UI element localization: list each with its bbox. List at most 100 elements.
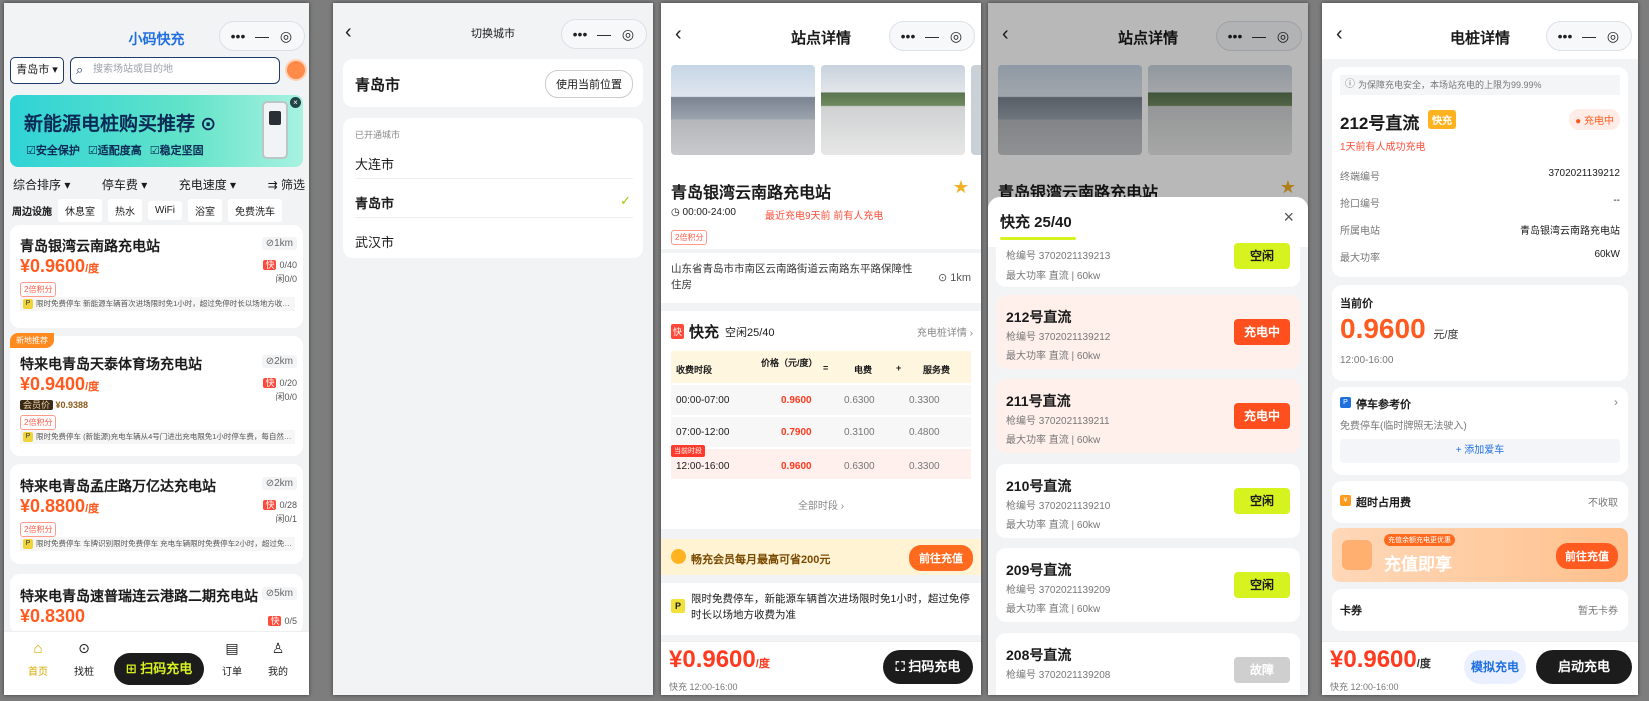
minimize-icon[interactable]: — [920,22,944,50]
capsule-menu[interactable]: ••• — ◎ [561,19,647,49]
station-card[interactable]: 特来电青岛速普瑞连云港路二期充电站 ⊘5km ¥0.8300 快 0/5 [10,574,303,634]
station-price: ¥0.9600/度 [20,256,100,276]
bottom-sub: 快充 12:00-16:00 [1330,682,1399,692]
home-icon: ⌂ [33,640,43,657]
kv-row: 最大功率 60kW [1340,249,1620,264]
facility-chip[interactable]: 休息室 [58,199,102,222]
coupon-card[interactable]: 卡券 暂无卡券 [1332,589,1628,631]
pile-card[interactable]: 212号直流 枪编号 3702021139212 最大功率 直流 | 60kw … [996,295,1300,369]
simulate-charge-button[interactable]: 模拟充电 [1464,650,1526,684]
filter-button[interactable]: ⇉ 筛选 [268,176,305,193]
fast-free-count: 空闲25/40 [725,327,775,339]
overtime-label: 超时占用费 [1356,497,1411,509]
recharge-button[interactable]: 前往充值 [909,545,973,571]
recommend-badge: 新地推荐 [10,333,54,348]
bottom-price: ¥0.9600/度 [1330,646,1431,673]
minimize-icon[interactable]: — [592,20,616,48]
facility-chip[interactable]: 免费洗车 [228,199,282,222]
capsule-menu[interactable]: ••• — ◎ [219,21,305,51]
tab-find-pile[interactable]: ⊙ 找桩 [68,640,100,678]
all-periods-link[interactable]: 全部时段 › [661,497,981,512]
search-input[interactable]: ⌕ 搜索场站或目的地 [70,57,280,84]
facility-chip[interactable]: WiFi [148,201,182,220]
recharge-promo[interactable]: 充值余额充电更优惠 充值即享 前往充值 [1332,528,1628,582]
city-item-selected[interactable]: 青岛市 [355,193,394,212]
scan-icon: ⊞ [125,661,141,676]
city-item[interactable]: 大连市 [355,154,394,173]
parking-desc: 免费停车(临时牌照无法驶入) [1340,421,1467,432]
close-target-icon[interactable]: ◎ [1601,22,1625,50]
tab-orders[interactable]: ▤ 订单 [216,640,248,678]
bottom-bar: ¥0.9600/度 快充 12:00-16:00 ⛶ 扫码充电 [661,641,981,695]
promo-recharge-button[interactable]: 前往充值 [1556,543,1618,569]
fast-count: 快 0/28 [263,500,297,510]
close-target-icon[interactable]: ◎ [274,22,298,50]
overtime-card: ¥ 超时占用费 不收取 [1332,481,1628,523]
sort-parking-fee[interactable]: 停车费 ▾ [102,176,147,193]
station-name: 特来电青岛天泰体育场充电站 [20,356,202,372]
sort-charge-speed[interactable]: 充电速度 ▾ [179,176,236,193]
more-icon[interactable]: ••• [1553,22,1577,50]
recent-charge: 最近充电9天前 前有人充电 [765,211,884,222]
search-icon: ⌕ [76,62,84,77]
close-target-icon[interactable]: ◎ [944,22,968,50]
pile-card[interactable]: 210号直流 枪编号 3702021139210 最大功率 直流 | 60kw … [996,464,1300,538]
minimize-icon[interactable]: — [250,22,274,50]
scan-charge-button[interactable]: ⛶ 扫码充电 [883,650,973,684]
promo-title: 充值即享 [1384,555,1452,574]
status-badge: ● 充电中 [1569,109,1620,130]
more-icon[interactable]: ••• [226,22,250,50]
city-item[interactable]: 武汉市 [355,232,394,251]
use-location-button[interactable]: 使用当前位置 [545,70,633,98]
bottom-price: ¥0.9600/度 [669,646,770,673]
bottom-bar: ¥0.9600/度 快充 12:00-16:00 模拟充电 启动充电 [1322,641,1638,695]
facility-chip[interactable]: 热水 [108,199,142,222]
station-card[interactable]: 青岛银湾云南路充电站 ⊘1km ¥0.9600/度 快 0/40 闲0/0 2倍积… [10,225,303,328]
photo-gallery[interactable] [661,61,981,161]
minimize-icon[interactable]: — [1577,22,1601,50]
pile-detail-link[interactable]: 充电桩详情 › [917,324,973,339]
scan-charge-button[interactable]: ⊞ 扫码充电 [114,653,204,685]
scan-icon: ⛶ [895,659,909,674]
coupon-label: 卡券 [1340,605,1362,617]
station-address: 山东省青岛市市南区云南路街道云南路东平路保障性住房 [671,263,913,291]
add-car-button[interactable]: + 添加爱车 [1340,439,1620,463]
tab-mine[interactable]: ♙ 我的 [262,640,294,678]
city-selector[interactable]: 青岛市 ▾ [10,57,64,84]
facility-chip[interactable]: 浴室 [188,199,222,222]
capsule-menu[interactable]: ••• — ◎ [889,21,975,51]
facilities-label: 周边设施 [12,207,52,218]
address-row[interactable]: 山东省青岛市市南区云南路街道云南路东平路保障性住房 ⊙ 1km [661,253,981,303]
pile-card[interactable]: 208号直流 枪编号 3702021139208 故障 [996,633,1300,695]
pile-name: 212号直流 [1340,114,1420,133]
pile-card[interactable]: 211号直流 枪编号 3702021139211 最大功率 直流 | 60kw … [996,379,1300,453]
promo-banner[interactable]: 新能源电桩购买推荐 ⊙ ☑安全保护 ☑适配度高 ☑稳定坚固 × [10,95,303,167]
current-price-label: 当前价 [1340,298,1373,310]
more-icon[interactable]: ••• [568,20,592,48]
current-period-tag: 当前时段 [671,445,705,457]
sort-bar: 综合排序 ▾ 停车费 ▾ 充电速度 ▾ ⇉ 筛选 [13,176,305,193]
city-list: 已开通城市 大连市 青岛市 ✓ 武汉市 [343,118,643,258]
station-card[interactable]: 新地推荐 特来电青岛天泰体育场充电站 ⊘2km ¥0.9400/度 快 0/20 … [10,333,303,456]
member-banner[interactable]: 畅充会员每月最高可省200元 前往充值 [661,539,981,575]
tab-home[interactable]: ⌂ 首页 [22,640,54,678]
chevron-right-icon[interactable]: › [1614,395,1618,409]
gift-icon[interactable] [285,59,307,81]
status-charging: 充电中 [1234,319,1290,345]
sort-comprehensive[interactable]: 综合排序 ▾ [13,176,70,193]
more-icon[interactable]: ••• [896,22,920,50]
parking-icon: P [23,299,33,309]
opened-cities-label: 已开通城市 [355,130,401,140]
pile-card[interactable]: 209号直流 枪编号 3702021139209 最大功率 直流 | 60kw … [996,548,1300,622]
banner-close-icon[interactable]: × [290,97,301,108]
close-target-icon[interactable]: ◎ [616,20,640,48]
pile-card[interactable]: 枪编号 3702021139213 最大功率 直流 | 60kw 空闲 [996,241,1300,287]
capsule-menu[interactable]: ••• — ◎ [1546,21,1632,51]
banner-title: 新能源电桩购买推荐 ⊙ [24,114,217,135]
close-icon[interactable]: × [1283,207,1294,228]
station-name: 特来电青岛速普瑞连云港路二期充电站 [20,588,258,604]
checkmark-icon: ✓ [620,193,631,208]
start-charge-button[interactable]: 启动充电 [1536,650,1632,684]
favorite-star-icon[interactable]: ★ [953,177,969,198]
station-card[interactable]: 特来电青岛孟庄路万亿达充电站 ⊘2km ¥0.8800/度 快 0/28 闲0/1… [10,464,303,564]
